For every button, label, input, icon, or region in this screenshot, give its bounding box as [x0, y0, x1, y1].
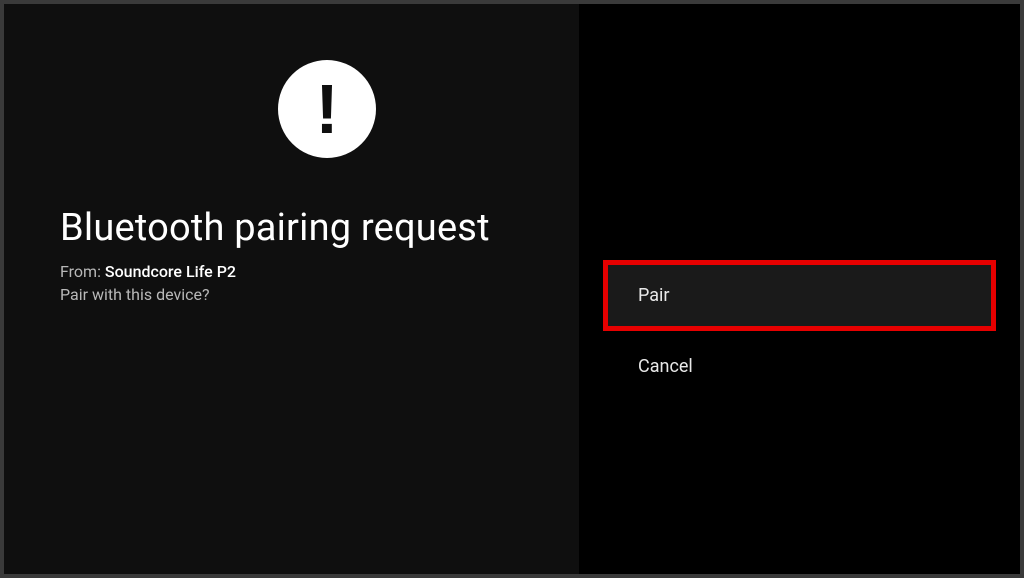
icon-wrapper: ! — [278, 60, 531, 158]
info-panel: ! Bluetooth pairing request From: Soundc… — [4, 4, 579, 574]
pairing-dialog: ! Bluetooth pairing request From: Soundc… — [4, 4, 1020, 574]
device-name: Soundcore Life P2 — [105, 262, 236, 281]
from-label: From: — [60, 262, 105, 281]
pair-button[interactable]: Pair — [603, 260, 996, 331]
exclamation-icon: ! — [315, 74, 338, 144]
actions-panel: Pair Cancel — [579, 4, 1020, 574]
from-line: From: Soundcore Life P2 — [60, 262, 531, 281]
dialog-title: Bluetooth pairing request — [60, 206, 531, 250]
alert-icon: ! — [278, 60, 376, 158]
pair-question: Pair with this device? — [60, 285, 531, 304]
cancel-button[interactable]: Cancel — [603, 331, 996, 402]
